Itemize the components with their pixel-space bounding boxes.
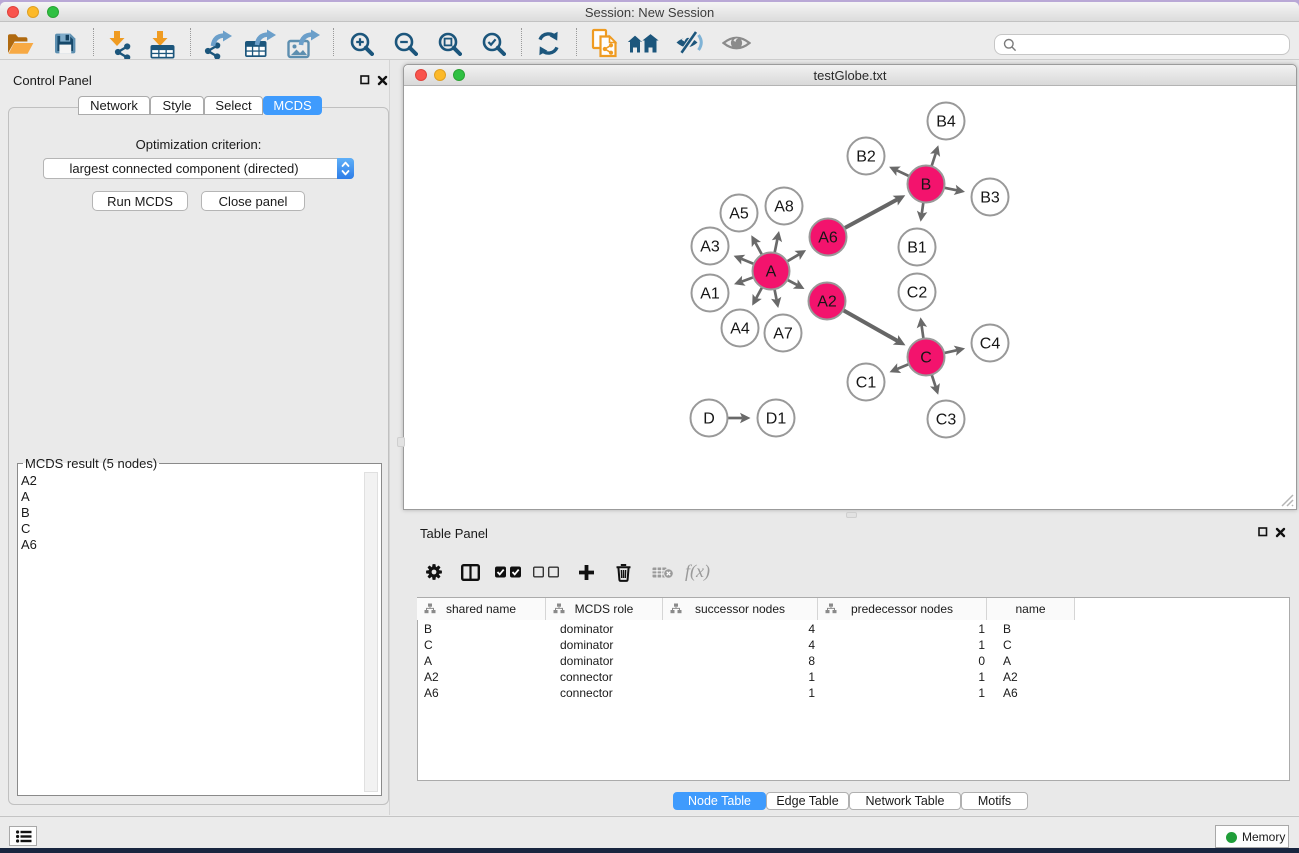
- svg-text:A6: A6: [818, 230, 838, 247]
- svg-text:A2: A2: [817, 294, 837, 311]
- svg-text:B4: B4: [936, 114, 956, 131]
- svg-text:A4: A4: [730, 321, 750, 338]
- svg-text:C3: C3: [936, 412, 957, 429]
- svg-text:B2: B2: [856, 149, 876, 166]
- svg-text:C: C: [920, 350, 932, 367]
- svg-text:B: B: [921, 177, 932, 194]
- svg-text:A8: A8: [774, 199, 794, 216]
- svg-text:A: A: [766, 264, 777, 281]
- svg-text:A1: A1: [700, 286, 720, 303]
- svg-text:B1: B1: [907, 240, 927, 257]
- svg-text:C1: C1: [856, 375, 877, 392]
- svg-text:C4: C4: [980, 336, 1001, 353]
- svg-text:D1: D1: [766, 411, 787, 428]
- svg-text:A5: A5: [729, 206, 749, 223]
- svg-text:A7: A7: [773, 326, 793, 343]
- svg-text:B3: B3: [980, 190, 1000, 207]
- svg-text:D: D: [703, 411, 715, 428]
- svg-text:C2: C2: [907, 285, 928, 302]
- svg-text:A3: A3: [700, 239, 720, 256]
